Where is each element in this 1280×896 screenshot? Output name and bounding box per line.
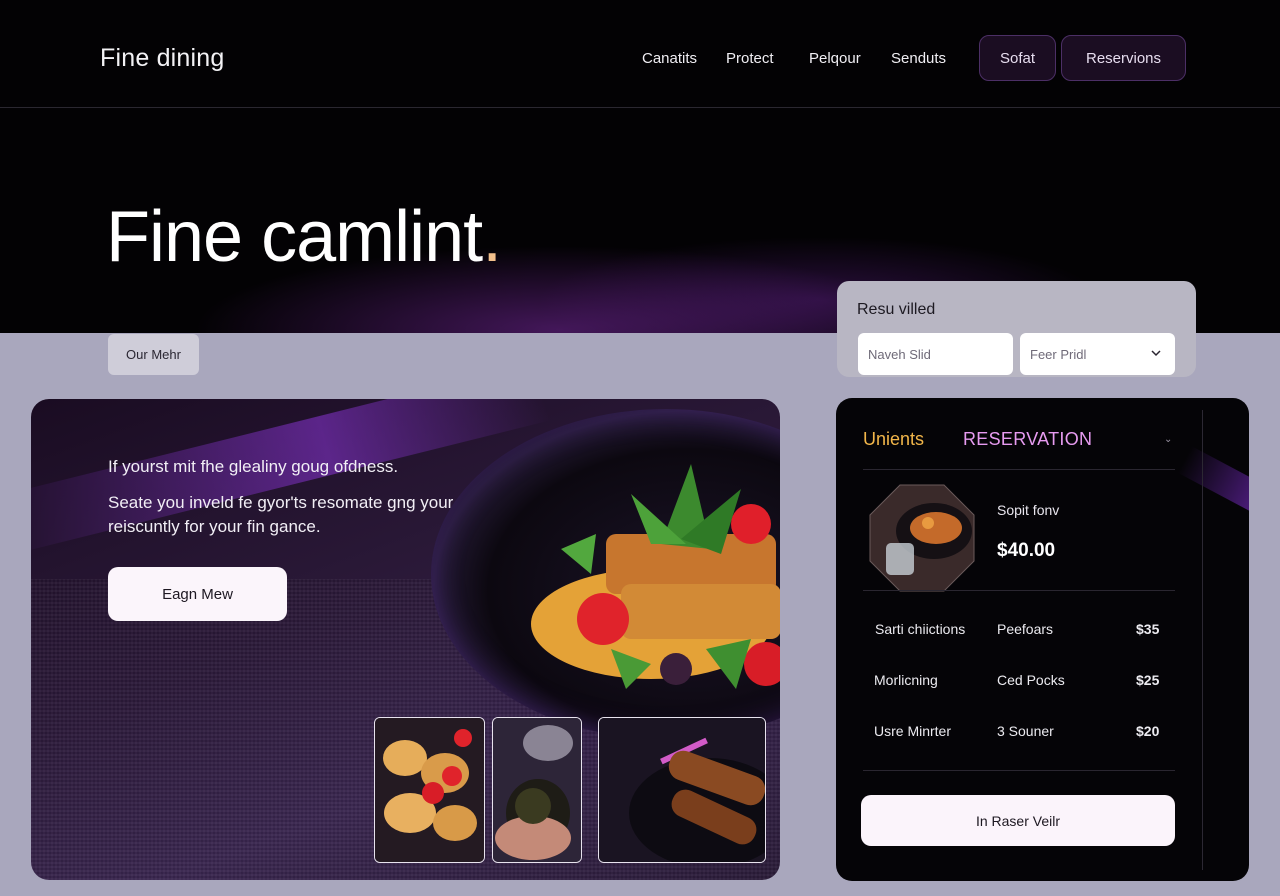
reserve-button[interactable]: In Raser Veilr [861, 795, 1175, 846]
gallery-thumb-3[interactable] [598, 717, 766, 863]
search-field-name[interactable] [858, 333, 1013, 375]
featured-dish-price: $40.00 [997, 540, 1056, 561]
tab-unients[interactable]: Unients [863, 429, 924, 450]
hero-description: Seate you inveld fe gyor'ts resomate gng… [108, 493, 454, 536]
hero-title-text: Fine camlint [106, 197, 483, 277]
grill-image [599, 718, 765, 862]
menu-item-name: Usre Minrter [874, 723, 952, 739]
menu-item-category: Peefoars [997, 621, 1054, 637]
search-input[interactable] [868, 346, 1013, 362]
reservation-panel: Unients RESERVATION ⌄ Sopit fonv $40.00 … [836, 398, 1249, 881]
search-title: Resu villed [857, 301, 936, 318]
hero-title-dot: . [482, 197, 502, 277]
explore-menu-button[interactable]: Eagn Mew [108, 567, 287, 621]
menu-item-name: Sarti chiictions [875, 621, 966, 637]
divider [863, 590, 1175, 591]
menu-item-category: Ced Pocks [997, 672, 1065, 688]
nav-secondary-button[interactable]: Sofat [979, 35, 1056, 81]
herb-image [493, 718, 581, 862]
pastry-image [375, 718, 484, 862]
top-navigation: Fine dining Canatits Protect Pelqour Sen… [0, 0, 1280, 108]
featured-dish[interactable] [868, 483, 976, 598]
gallery-thumb-2[interactable] [492, 717, 582, 863]
chevron-down-icon [1151, 350, 1161, 357]
brand-logo[interactable]: Fine dining [100, 44, 225, 73]
menu-row[interactable]: Morlicning Ced Pocks $25 [836, 672, 1202, 696]
hero-card: If yourst mit fhe glealiny goug ofdness.… [31, 399, 780, 880]
featured-dish-name: Sopit fonv [997, 502, 1060, 518]
menu-item-price: $25 [1136, 672, 1160, 688]
hero-title: Fine camlint. [106, 196, 502, 278]
menu-item-price: $20 [1136, 723, 1160, 739]
our-menu-chip[interactable]: Our Mehr [108, 334, 199, 375]
gallery-thumb-1[interactable] [374, 717, 485, 863]
nav-link-2[interactable]: Protect [726, 50, 774, 67]
featured-dish-image [869, 484, 975, 592]
panel-accent [1177, 446, 1249, 520]
dish-image [531, 464, 780, 689]
search-panel: Resu villed Feer Pridl [837, 281, 1196, 377]
filter-dropdown-value: Feer Pridl [1030, 346, 1087, 362]
filter-dropdown[interactable]: Feer Pridl [1020, 333, 1175, 375]
menu-row[interactable]: Usre Minrter 3 Souner $20 [836, 723, 1202, 747]
nav-link-4[interactable]: Senduts [891, 50, 946, 67]
menu-item-category: 3 Souner [997, 723, 1054, 739]
menu-row[interactable]: Sarti chiictions Peefoars $35 [836, 621, 1202, 645]
menu-item-price: $35 [1136, 621, 1160, 637]
nav-link-3[interactable]: Pelqour [809, 50, 861, 67]
tab-more-icon[interactable]: ⌄ [1164, 434, 1172, 445]
nav-link-1[interactable]: Canatits [642, 50, 697, 67]
divider [863, 469, 1175, 470]
menu-item-name: Morlicning [874, 672, 938, 688]
hero-subtitle: If yourst mit fhe glealiny goug ofdness. [108, 457, 399, 476]
tab-reservation[interactable]: RESERVATION [963, 429, 1092, 450]
nav-reservation-button[interactable]: Reservions [1061, 35, 1186, 81]
divider [863, 770, 1175, 771]
